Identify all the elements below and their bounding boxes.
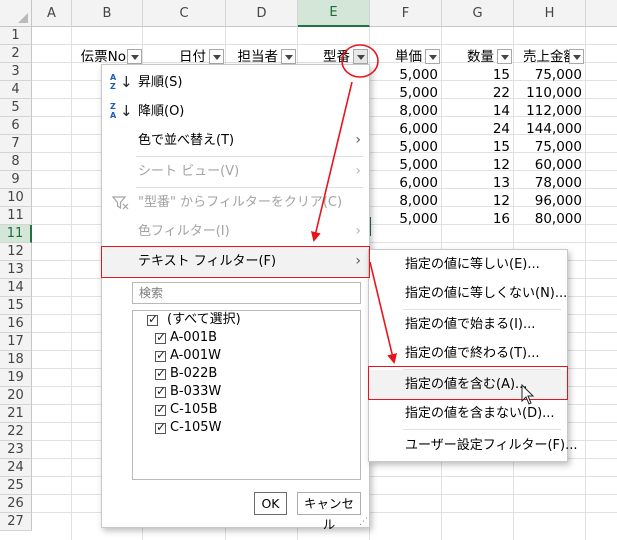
annotation-overlay xyxy=(311,44,535,405)
arrow-icon xyxy=(369,261,397,364)
arrow-icon xyxy=(311,81,353,242)
mouse-cursor-icon xyxy=(521,383,535,405)
highlight-circle xyxy=(341,44,379,78)
